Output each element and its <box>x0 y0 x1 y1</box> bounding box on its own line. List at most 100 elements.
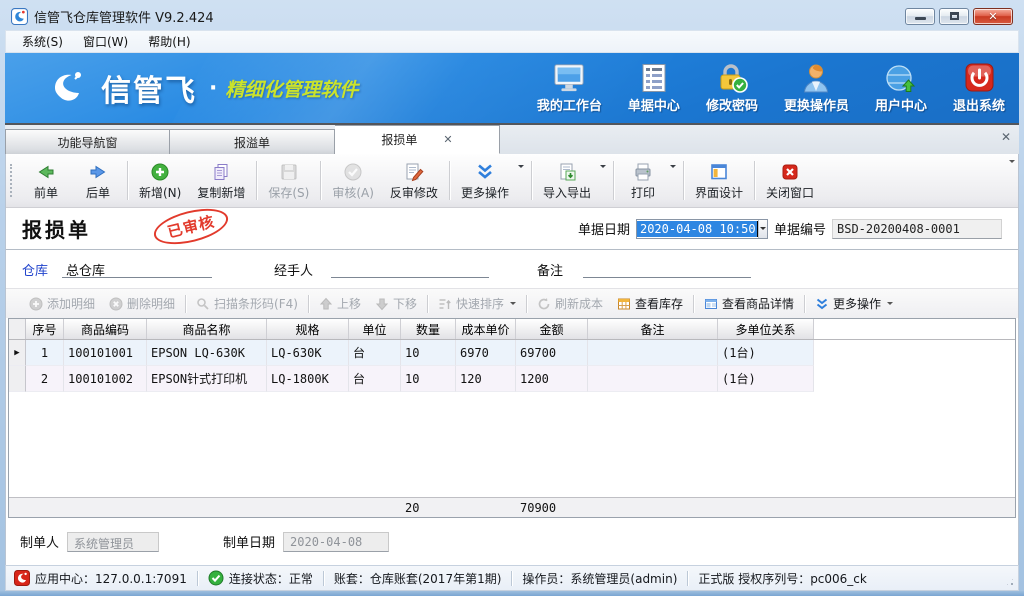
summary-empty <box>456 498 516 517</box>
fields-row: 仓库 总仓库 经手人 备注 <box>6 250 1018 288</box>
cell-qty[interactable]: 10 <box>401 340 456 366</box>
change-password-button[interactable]: 修改密码 <box>706 63 758 114</box>
make-date-field[interactable]: 2020-04-08 <box>283 532 389 552</box>
cell-amount[interactable]: 69700 <box>516 340 588 366</box>
dropdown-caret-icon[interactable] <box>600 165 606 171</box>
workstation-button[interactable]: 我的工作台 <box>537 63 602 114</box>
exit-system-button[interactable]: 退出系统 <box>953 63 1005 114</box>
cell-product-name[interactable]: EPSON LQ-630K <box>147 340 267 366</box>
tab-close-icon[interactable]: ✕ <box>443 133 452 146</box>
tab-function-nav[interactable]: 功能导航窗 <box>5 129 170 154</box>
cell-multi-unit[interactable]: (1台) <box>718 366 814 392</box>
row-selector-cell[interactable]: ▶ <box>9 340 26 366</box>
row-selector-cell[interactable] <box>9 366 26 392</box>
cell-remark[interactable] <box>588 366 718 392</box>
toolbar-separator <box>683 161 684 200</box>
copy-new-button[interactable]: 复制新增 <box>189 156 253 205</box>
cell-amount[interactable]: 1200 <box>516 366 588 392</box>
user-center-button[interactable]: 用户中心 <box>875 63 927 114</box>
cell-seq[interactable]: 1 <box>26 340 64 366</box>
cell-cost-price[interactable]: 6970 <box>456 340 516 366</box>
import-export-button[interactable]: 导入导出 <box>535 156 599 205</box>
audit-button[interactable]: 审核(A) <box>324 156 382 205</box>
minimize-button[interactable] <box>905 8 935 25</box>
close-window-button[interactable]: 关闭窗口 <box>758 156 822 205</box>
delete-detail-label: 删除明细 <box>127 295 175 312</box>
tab-loss-bill[interactable]: 报损单 ✕ <box>335 125 500 154</box>
cell-remark[interactable] <box>588 340 718 366</box>
cell-unit[interactable]: 台 <box>349 340 401 366</box>
detail-more-actions-button[interactable]: 更多操作 <box>808 292 900 315</box>
add-detail-button[interactable]: 添加明细 <box>22 292 102 315</box>
table-row[interactable]: ▶ 1 100101001 EPSON LQ-630K LQ-630K 台 10… <box>9 340 1015 366</box>
ui-design-button[interactable]: 界面设计 <box>687 156 751 205</box>
summary-qty-total: 20 <box>401 498 456 517</box>
bill-date-dropdown-button[interactable] <box>758 220 767 238</box>
more-actions-button[interactable]: 更多操作 <box>453 156 517 205</box>
remark-field[interactable] <box>583 260 751 278</box>
warehouse-label[interactable]: 仓库 <box>22 260 48 279</box>
cell-qty[interactable]: 10 <box>401 366 456 392</box>
bill-no-field[interactable]: BSD-20200408-0001 <box>832 219 1002 239</box>
tabstrip: 功能导航窗 报溢单 报损单 ✕ ✕ <box>5 125 1019 154</box>
menu-window[interactable]: 窗口(W) <box>73 31 138 52</box>
cell-unit[interactable]: 台 <box>349 366 401 392</box>
toolbar-overflow-caret-icon[interactable] <box>1009 160 1015 166</box>
cell-spec[interactable]: LQ-630K <box>267 340 349 366</box>
view-product-detail-button[interactable]: 查看商品详情 <box>697 292 801 315</box>
menu-help[interactable]: 帮助(H) <box>138 31 200 52</box>
warehouse-field[interactable]: 总仓库 <box>62 260 212 278</box>
close-button[interactable]: ✕ <box>973 8 1013 25</box>
dropdown-caret-icon[interactable] <box>518 165 524 171</box>
next-bill-button[interactable]: 后单 <box>72 156 124 205</box>
col-seq[interactable]: 序号 <box>26 319 64 339</box>
quick-sort-button[interactable]: 快速排序 <box>431 292 523 315</box>
col-remark[interactable]: 备注 <box>588 319 718 339</box>
new-button[interactable]: 新增(N) <box>131 156 189 205</box>
bill-date-field[interactable]: 2020-04-08 10:50 <box>636 219 768 239</box>
summary-selector-cell <box>9 498 26 517</box>
col-product-code[interactable]: 商品编码 <box>64 319 147 339</box>
maximize-icon <box>950 12 959 20</box>
col-multi-unit[interactable]: 多单位关系 <box>718 319 814 339</box>
unaudit-button[interactable]: 反审修改 <box>382 156 446 205</box>
tabstrip-close-icon[interactable]: ✕ <box>1001 130 1011 144</box>
tab-function-nav-label: 功能导航窗 <box>57 134 117 151</box>
cell-seq[interactable]: 2 <box>26 366 64 392</box>
cell-spec[interactable]: LQ-1800K <box>267 366 349 392</box>
col-cost-price[interactable]: 成本单价 <box>456 319 516 339</box>
col-amount[interactable]: 金额 <box>516 319 588 339</box>
print-button[interactable]: 打印 <box>617 156 669 205</box>
col-product-name[interactable]: 商品名称 <box>147 319 267 339</box>
handler-field[interactable] <box>331 260 489 278</box>
table-row[interactable]: 2 100101002 EPSON针式打印机 LQ-1800K 台 10 120… <box>9 366 1015 392</box>
dropdown-caret-icon <box>887 302 893 308</box>
col-unit[interactable]: 单位 <box>349 319 401 339</box>
cell-product-name[interactable]: EPSON针式打印机 <box>147 366 267 392</box>
tab-overflow-bill[interactable]: 报溢单 <box>170 129 335 154</box>
grid-selector-header <box>9 319 26 339</box>
save-button[interactable]: 保存(S) <box>260 156 317 205</box>
toolbar-drag-handle[interactable] <box>10 164 17 197</box>
menu-system[interactable]: 系统(S) <box>12 31 73 52</box>
document-center-button[interactable]: 单据中心 <box>628 63 680 114</box>
cell-product-code[interactable]: 100101001 <box>64 340 147 366</box>
cell-multi-unit[interactable]: (1台) <box>718 340 814 366</box>
col-spec[interactable]: 规格 <box>267 319 349 339</box>
scan-barcode-button[interactable]: 扫描条形码(F4) <box>189 292 305 315</box>
refresh-cost-button[interactable]: 刷新成本 <box>530 292 610 315</box>
move-up-button[interactable]: 上移 <box>312 292 368 315</box>
cell-cost-price[interactable]: 120 <box>456 366 516 392</box>
maker-field[interactable]: 系统管理员 <box>67 532 159 552</box>
cell-product-code[interactable]: 100101002 <box>64 366 147 392</box>
view-stock-button[interactable]: 查看库存 <box>610 292 690 315</box>
resize-grip[interactable] <box>1005 577 1015 587</box>
move-down-button[interactable]: 下移 <box>368 292 424 315</box>
dropdown-caret-icon[interactable] <box>670 165 676 171</box>
delete-detail-button[interactable]: 删除明细 <box>102 292 182 315</box>
col-qty[interactable]: 数量 <box>401 319 456 339</box>
maximize-button[interactable] <box>939 8 969 25</box>
statusbar: 应用中心：127.0.0.1:7091 连接状态：正常 账套：仓库账套(2017… <box>5 565 1019 591</box>
switch-operator-button[interactable]: 更换操作员 <box>784 63 849 114</box>
prev-bill-button[interactable]: 前单 <box>20 156 72 205</box>
